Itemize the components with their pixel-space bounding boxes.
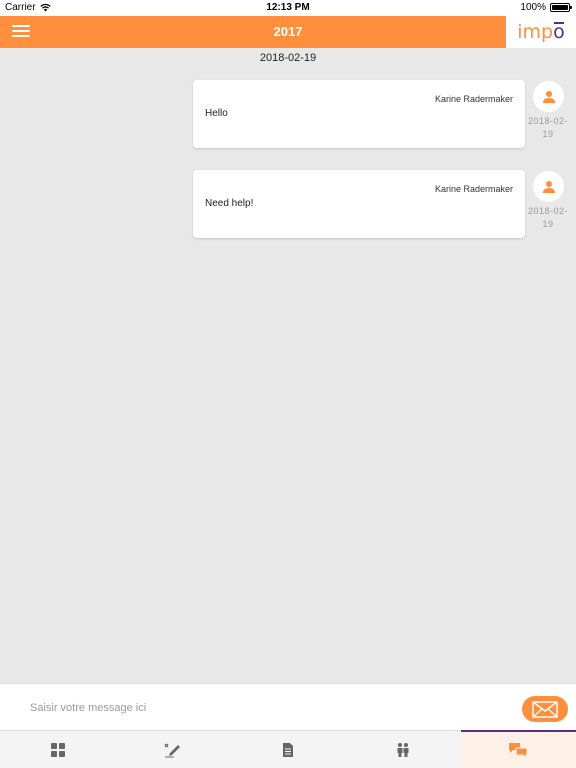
message-sender: Karine Radermaker [434, 94, 513, 104]
message-text: Hello [205, 108, 228, 119]
send-button[interactable] [522, 696, 568, 722]
user-icon [542, 180, 555, 193]
message-sender: Karine Radermaker [434, 184, 513, 194]
status-bar: Carrier 12:13 PM 100% [0, 0, 576, 16]
avatar [533, 171, 564, 202]
message-bubble: Karine Radermaker Need help! [193, 170, 525, 238]
message-text: Need help! [205, 198, 254, 209]
date-separator: 2018-02-19 [259, 52, 317, 64]
battery-percent: 100% [520, 2, 546, 13]
dashboard-icon [50, 742, 65, 757]
message-composer [0, 683, 576, 730]
people-icon [397, 742, 409, 757]
chat-icon [509, 742, 528, 758]
tab-dashboard[interactable] [0, 731, 115, 768]
tab-edit[interactable] [115, 731, 230, 768]
battery-indicator: 100% [520, 2, 572, 13]
avatar [533, 81, 564, 112]
message-input[interactable] [30, 698, 480, 718]
page-title: 2017 [273, 24, 303, 39]
message-bubble: Karine Radermaker Hello [193, 80, 525, 148]
edit-icon [164, 743, 180, 757]
message-date: 2018-02- 19 [527, 206, 569, 229]
bottom-tab-bar [0, 730, 576, 768]
tab-people[interactable] [346, 731, 461, 768]
envelope-icon [532, 700, 558, 718]
user-icon [542, 90, 555, 103]
app-header: 2017 impo [0, 16, 576, 48]
tab-chat[interactable] [460, 730, 576, 768]
impo-logo: impo [506, 16, 576, 48]
document-icon [283, 742, 293, 757]
message-date: 2018-02- 19 [527, 116, 569, 139]
tab-documents[interactable] [230, 731, 345, 768]
status-time: 12:13 PM [266, 2, 310, 13]
battery-icon [550, 3, 572, 12]
